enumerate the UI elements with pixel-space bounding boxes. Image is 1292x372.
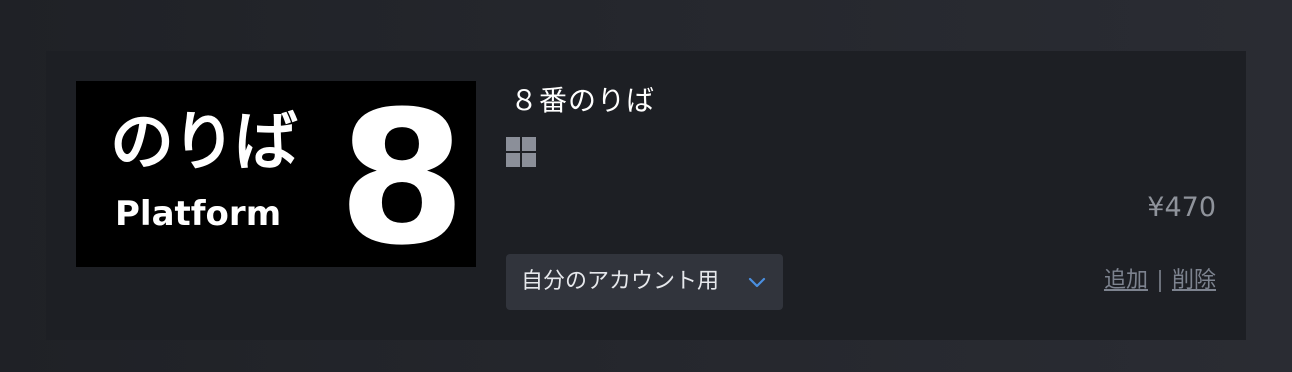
cart-item: のりば Platform 8 ８番のりば ¥470 自分のアカウント用 追加 削… <box>46 51 1246 340</box>
add-link[interactable]: 追加 <box>1104 266 1148 296</box>
chevron-down-icon <box>748 277 766 288</box>
cart-actions: 追加 削除 <box>1104 266 1216 296</box>
capsule-en-text: Platform <box>115 194 282 234</box>
game-capsule-image[interactable]: のりば Platform 8 <box>76 81 476 267</box>
remove-link[interactable]: 削除 <box>1172 266 1216 296</box>
account-select-dropdown[interactable]: 自分のアカウント用 <box>506 254 783 310</box>
price: ¥470 <box>1147 192 1216 223</box>
game-title[interactable]: ８番のりば <box>510 83 655 119</box>
capsule-number: 8 <box>338 81 467 267</box>
divider <box>1158 270 1161 292</box>
account-select-label: 自分のアカウント用 <box>521 269 720 294</box>
capsule-jp-text: のりば <box>110 106 298 180</box>
windows-icon <box>506 137 536 167</box>
